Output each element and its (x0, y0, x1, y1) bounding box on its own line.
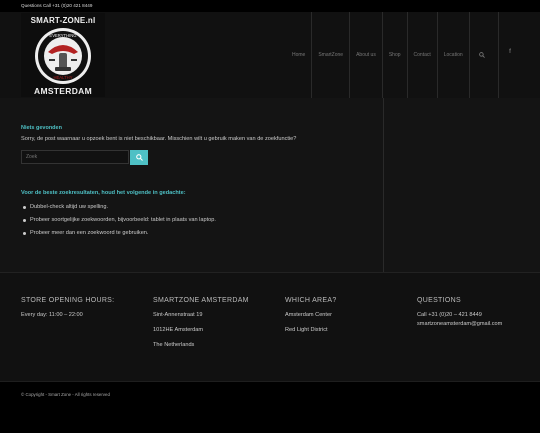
list-item: Probeer soortgelijke zoekwoorden, bijvoo… (21, 217, 216, 230)
main-content: Niets gevonden Sorry, de post waarnaar u… (0, 98, 540, 273)
nav-item-smartzone[interactable]: SmartZone (311, 12, 349, 98)
search-icon (478, 52, 485, 58)
footer-text: The Netherlands (153, 342, 195, 348)
questions-phone-text: Questions Call +31 (0)20 421 8449 (21, 3, 93, 8)
main-navigation: Home SmartZone About us Shop Contact Loc… (286, 12, 494, 98)
footer-text: Amsterdam Center (285, 312, 332, 318)
search-input[interactable] (21, 150, 129, 164)
search-tips-list: Dubbel-check altijd uw spelling. Probeer… (21, 204, 216, 243)
nav-item-location[interactable]: Location (436, 12, 469, 98)
logo-city-text: AMSTERDAM (34, 86, 92, 96)
sidebar-divider (383, 98, 384, 272)
footer-email-link[interactable]: smartzoneamsterdam@gmail.com (417, 321, 502, 327)
nav-item-shop[interactable]: Shop (381, 12, 407, 98)
header-divider (498, 12, 499, 98)
search-icon (135, 154, 143, 161)
footer-phone[interactable]: Call +31 (0)20 – 421 8449 (417, 312, 502, 318)
copyright-bar: © Copyright - Smart Zone - All rights re… (0, 381, 540, 433)
nav-item-contact[interactable]: Contact (406, 12, 437, 98)
logo-emblem-icon: EVERYTHING HEALTHY (35, 28, 91, 84)
footer-text: Sint-Annenstraat 19 (153, 312, 203, 318)
facebook-icon[interactable]: f (509, 49, 511, 55)
site-logo[interactable]: SMART-ZONE.nl EVERYTHING HEALTHY AMSTERD… (21, 13, 105, 97)
footer-heading: STORE OPENING HOURS: (21, 297, 115, 304)
footer-heading: SMARTZONE AMSTERDAM (153, 297, 249, 304)
footer-text: 1012HE Amsterdam (153, 327, 204, 333)
not-found-title: Niets gevonden (21, 125, 62, 131)
site-footer: STORE OPENING HOURS: Every day: 11:00 – … (0, 273, 540, 381)
copyright-text: © Copyright - Smart Zone - All rights re… (21, 392, 110, 397)
not-found-message: Sorry, de post waarnaar u opzoek bent is… (21, 136, 297, 142)
footer-heading: WHICH AREA? (285, 297, 337, 304)
footer-text: Red Light District (285, 327, 328, 333)
footer-area: WHICH AREA? Amsterdam Center Red Light D… (285, 297, 337, 333)
logo-badge-top: EVERYTHING (49, 33, 76, 38)
nav-item-about-us[interactable]: About us (349, 12, 382, 98)
top-bar: Questions Call +31 (0)20 421 8449 (0, 0, 540, 12)
footer-address: SMARTZONE AMSTERDAM Sint-Annenstraat 19 … (153, 297, 249, 348)
search-tips-title: Voor de beste zoekresultaten, houd het v… (21, 190, 186, 196)
site-header: SMART-ZONE.nl EVERYTHING HEALTHY AMSTERD… (0, 12, 540, 99)
footer-questions: QUESTIONS Call +31 (0)20 – 421 8449 smar… (417, 297, 502, 327)
footer-opening-hours: STORE OPENING HOURS: Every day: 11:00 – … (21, 297, 114, 318)
footer-heading: QUESTIONS (417, 297, 461, 304)
nav-item-home[interactable]: Home (286, 12, 311, 98)
list-item: Probeer meer dan een zoekwoord te gebrui… (21, 230, 216, 243)
list-item: Dubbel-check altijd uw spelling. (21, 204, 216, 217)
logo-badge-bottom: HEALTHY (53, 75, 72, 80)
search-submit-button[interactable] (130, 150, 148, 165)
nav-search-button[interactable] (468, 12, 494, 98)
logo-brand-text: SMART-ZONE.nl (30, 16, 96, 25)
footer-text: Every day: 11:00 – 22:00 (21, 312, 83, 318)
